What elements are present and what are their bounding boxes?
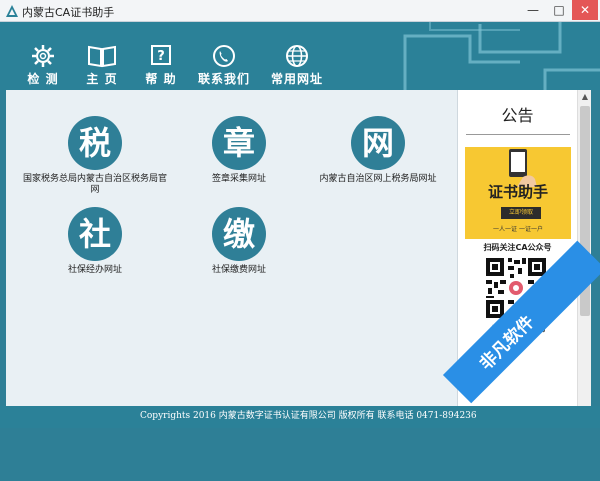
phone-icon — [213, 45, 235, 67]
close-button[interactable]: ✕ — [572, 0, 598, 20]
svg-text:?: ? — [157, 49, 165, 64]
tile-social-security-label: 社保经办网址 — [67, 265, 122, 275]
announcement-title: 公告 — [501, 106, 534, 125]
tile-seal-collection-label: 签章采集网址 — [211, 174, 266, 184]
toolbar-help-label: 帮 助 — [145, 72, 177, 86]
social-icon: 社 — [68, 207, 122, 261]
globe-icon — [286, 45, 308, 67]
tax-icon: 税 — [68, 116, 122, 170]
book-icon — [88, 45, 116, 68]
title-bar: 内蒙古CA证书助手 — □ ✕ — [0, 0, 600, 22]
tile-social-payment[interactable]: 缴 社保缴费网址 — [189, 207, 289, 276]
tile-social-security[interactable]: 社 社保经办网址 — [45, 207, 145, 276]
gear-icon — [32, 45, 54, 67]
poster-button: 立即领取 — [501, 207, 541, 219]
seal-icon: 章 — [212, 116, 266, 170]
toolbar-check-label: 检 测 — [27, 72, 59, 86]
tile-social-payment-label: 社保缴费网址 — [211, 265, 266, 275]
toolbar-links-label: 常用网址 — [270, 72, 323, 86]
tile-online-tax[interactable]: 网 内蒙古自治区网上税务局网址 — [308, 116, 448, 185]
tile-tax-bureau[interactable]: 税 国家税务总局内蒙古自治区税务局官网 — [20, 116, 170, 196]
scroll-up-arrow-icon[interactable]: ▲ — [578, 90, 592, 104]
minimize-button[interactable]: — — [520, 0, 546, 20]
toolbar-contact-label: 联系我们 — [197, 72, 250, 86]
window-title: 内蒙古CA证书助手 — [22, 6, 115, 19]
toolbar-home-label: 主 页 — [86, 72, 118, 86]
announcement-divider — [466, 134, 570, 135]
poster-title: 证书助手 — [487, 183, 548, 201]
help-icon: ? — [151, 45, 171, 65]
main-panel: 税 国家税务总局内蒙古自治区税务局官网 章 签章采集网址 网 内蒙古自治区网上税… — [6, 90, 457, 406]
poster-subtitle: 一人一证 一证一户 — [493, 226, 543, 233]
tile-seal-collection[interactable]: 章 签章采集网址 — [179, 116, 299, 185]
promo-poster[interactable]: 证书助手 立即领取 一人一证 一证一户 — [465, 147, 571, 239]
network-icon: 网 — [351, 116, 405, 170]
payment-icon: 缴 — [212, 207, 266, 261]
app-logo-icon — [6, 5, 18, 17]
tile-tax-bureau-label: 国家税务总局内蒙古自治区税务局官网 — [22, 174, 167, 195]
maximize-button[interactable]: □ — [546, 0, 572, 20]
qr-caption: 扫码关注CA公众号 — [483, 243, 552, 252]
tile-online-tax-label: 内蒙古自治区网上税务局网址 — [319, 174, 437, 184]
